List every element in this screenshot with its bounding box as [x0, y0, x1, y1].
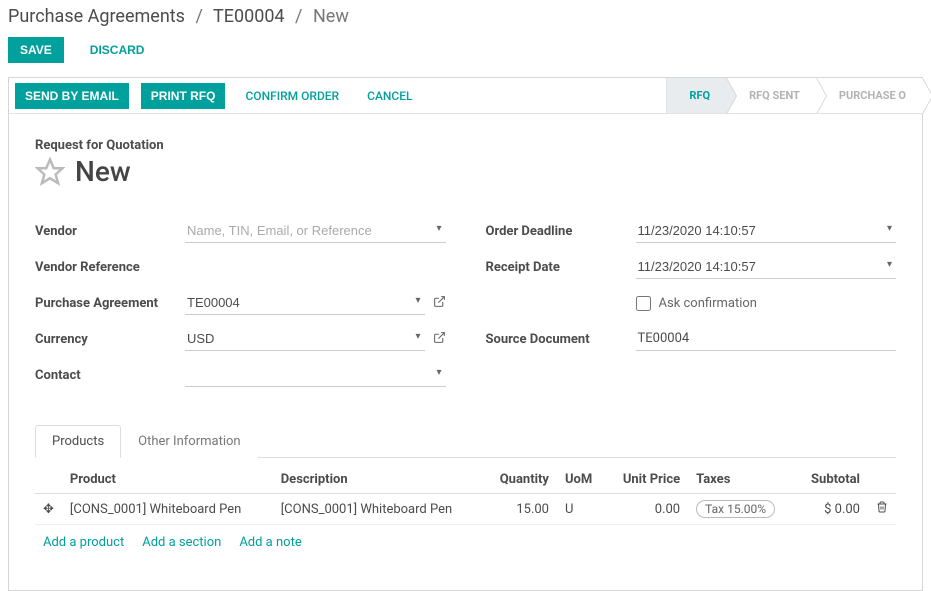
delete-row-icon[interactable]: [868, 494, 896, 525]
col-uom[interactable]: UoM: [557, 466, 606, 494]
tab-other-information[interactable]: Other Information: [121, 425, 257, 458]
order-deadline-label: Order Deadline: [486, 224, 636, 239]
breadcrumb-root[interactable]: Purchase Agreements: [8, 6, 185, 27]
add-note-link[interactable]: Add a note: [239, 535, 301, 550]
external-link-icon[interactable]: [433, 331, 446, 348]
ask-confirmation-label: Ask confirmation: [659, 296, 758, 311]
receipt-date-label: Receipt Date: [486, 260, 636, 275]
cancel-button[interactable]: CANCEL: [359, 85, 420, 107]
vendor-label: Vendor: [35, 224, 185, 239]
col-unit-price[interactable]: Unit Price: [606, 466, 688, 494]
purchase-agreement-label: Purchase Agreement: [35, 296, 185, 311]
send-by-email-button[interactable]: SEND BY EMAIL: [15, 83, 129, 109]
vendor-input[interactable]: [185, 219, 446, 243]
currency-input[interactable]: [185, 327, 425, 351]
order-lines-table: Product Description Quantity UoM Unit Pr…: [35, 466, 896, 525]
currency-label: Currency: [35, 332, 185, 347]
cell-product[interactable]: [CONS_0001] Whiteboard Pen: [62, 494, 273, 525]
stage-rfq-sent[interactable]: RFQ SENT: [726, 78, 816, 113]
col-product[interactable]: Product: [62, 466, 273, 494]
cell-uom[interactable]: U: [557, 494, 606, 525]
cell-quantity[interactable]: 15.00: [484, 494, 557, 525]
contact-label: Contact: [35, 368, 185, 383]
stage-purchase-order[interactable]: PURCHASE O: [816, 78, 922, 113]
breadcrumb: Purchase Agreements / TE00004 / New: [0, 0, 931, 37]
drag-handle-icon[interactable]: ✥: [35, 494, 62, 525]
form-actions: SAVE DISCARD: [0, 37, 931, 77]
cell-unit-price[interactable]: 0.00: [606, 494, 688, 525]
receipt-date-input[interactable]: [636, 255, 897, 279]
source-document-value[interactable]: TE00004: [636, 327, 897, 351]
add-product-link[interactable]: Add a product: [43, 535, 124, 550]
statusbar: SEND BY EMAIL PRINT RFQ CONFIRM ORDER CA…: [9, 78, 922, 114]
external-link-icon[interactable]: [433, 295, 446, 312]
tab-bar: Products Other Information: [35, 424, 896, 458]
col-description[interactable]: Description: [273, 466, 484, 494]
stage-rfq[interactable]: RFQ: [666, 78, 726, 113]
col-taxes[interactable]: Taxes: [688, 466, 795, 494]
ask-confirmation-checkbox[interactable]: [636, 296, 651, 311]
cell-taxes[interactable]: Tax 15.00%: [688, 494, 795, 525]
form-subtitle: Request for Quotation: [35, 138, 896, 153]
cell-subtotal: $ 0.00: [795, 494, 868, 525]
order-deadline-input[interactable]: [636, 219, 897, 243]
priority-star-icon[interactable]: [35, 157, 65, 187]
col-quantity[interactable]: Quantity: [484, 466, 557, 494]
table-row[interactable]: ✥ [CONS_0001] Whiteboard Pen [CONS_0001]…: [35, 494, 896, 525]
confirm-order-button[interactable]: CONFIRM ORDER: [237, 85, 347, 107]
print-rfq-button[interactable]: PRINT RFQ: [141, 83, 226, 109]
breadcrumb-ref[interactable]: TE00004: [213, 6, 285, 27]
tax-pill[interactable]: Tax 15.00%: [696, 500, 775, 518]
contact-input[interactable]: [185, 363, 446, 387]
breadcrumb-current: New: [313, 6, 349, 27]
tab-products[interactable]: Products: [35, 425, 121, 458]
breadcrumb-sep: /: [295, 6, 302, 27]
cell-description[interactable]: [CONS_0001] Whiteboard Pen: [273, 494, 484, 525]
discard-button[interactable]: DISCARD: [78, 37, 157, 63]
source-document-label: Source Document: [486, 332, 636, 347]
sheet: SEND BY EMAIL PRINT RFQ CONFIRM ORDER CA…: [8, 77, 923, 591]
save-button[interactable]: SAVE: [8, 37, 64, 63]
page-title: New: [75, 155, 131, 188]
add-section-link[interactable]: Add a section: [142, 535, 221, 550]
breadcrumb-sep: /: [195, 6, 202, 27]
purchase-agreement-input[interactable]: [185, 291, 425, 315]
col-subtotal[interactable]: Subtotal: [795, 466, 868, 494]
vendor-reference-label: Vendor Reference: [35, 260, 185, 275]
